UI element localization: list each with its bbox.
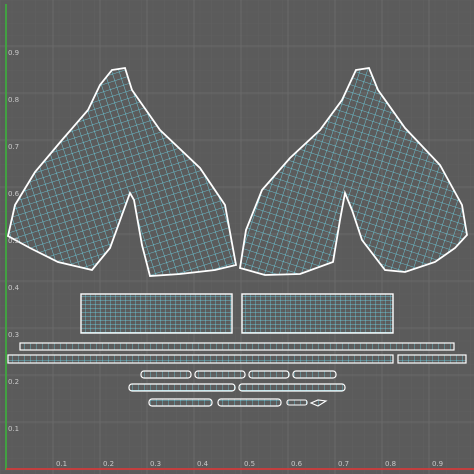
u-tick-label: 0.9 — [432, 460, 443, 468]
u-tick-label: 0.5 — [244, 460, 255, 468]
small-strip-4[interactable] — [292, 370, 337, 379]
small-strip-7[interactable] — [148, 398, 213, 407]
uv-canvas[interactable]: 0.1 0.2 0.3 0.4 0.5 0.6 0.7 0.8 0.9 0.9 0.8 0.7 0.6… — [0, 0, 474, 474]
small-strip-3[interactable] — [248, 370, 290, 379]
u-tick-label: 0.6 — [291, 460, 303, 468]
v-tick-label: 0.6 — [8, 190, 20, 198]
u-tick-label: 0.2 — [103, 460, 114, 468]
v-tick-label: 0.9 — [8, 49, 19, 57]
small-strip-8[interactable] — [217, 398, 282, 407]
rect-shell-2[interactable] — [241, 293, 394, 334]
small-strip-1[interactable] — [140, 370, 192, 379]
v-tick-label: 0.7 — [8, 143, 19, 151]
strip-shell-2[interactable] — [7, 354, 394, 364]
strip-shell-1[interactable] — [19, 342, 455, 351]
tiny-shell-1[interactable] — [286, 399, 308, 406]
v-tick-label: 0.3 — [8, 331, 19, 339]
small-strip-5[interactable] — [128, 383, 236, 392]
v-tick-label: 0.1 — [8, 425, 19, 433]
strip-shell-3[interactable] — [397, 354, 467, 364]
uv-editor-viewport[interactable]: 0.1 0.2 0.3 0.4 0.5 0.6 0.7 0.8 0.9 0.9 0.8 0.7 0.6… — [0, 0, 474, 474]
v-tick-label: 0.4 — [8, 284, 20, 292]
u-tick-label: 0.1 — [56, 460, 67, 468]
u-tick-labels: 0.1 0.2 0.3 0.4 0.5 0.6 0.7 0.8 0.9 — [56, 460, 443, 468]
v-tick-label: 0.2 — [8, 378, 19, 386]
v-tick-label: 0.8 — [8, 96, 19, 104]
u-tick-label: 0.7 — [338, 460, 349, 468]
rect-shell-1[interactable] — [80, 293, 233, 334]
u-tick-label: 0.8 — [385, 460, 396, 468]
u-tick-label: 0.3 — [150, 460, 161, 468]
v-tick-label: 0.5 — [8, 237, 19, 245]
small-strip-6[interactable] — [238, 383, 346, 392]
small-strip-2[interactable] — [194, 370, 246, 379]
u-tick-label: 0.4 — [197, 460, 209, 468]
